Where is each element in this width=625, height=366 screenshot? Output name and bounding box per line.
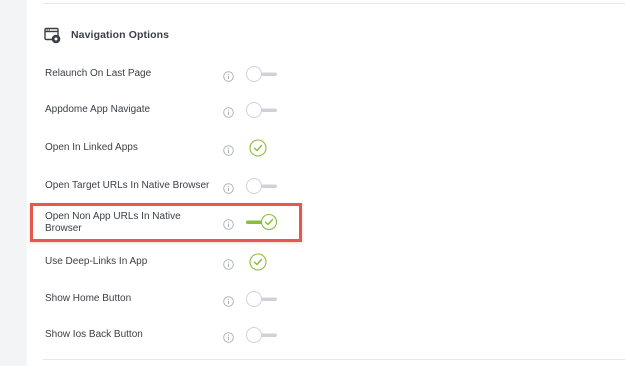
browser-window-gear-icon bbox=[44, 27, 61, 44]
settings-panel: Navigation Options Relaunch On Last Page… bbox=[27, 0, 625, 366]
option-label: Use Deep-Links In App bbox=[45, 256, 148, 267]
info-icon[interactable] bbox=[223, 69, 234, 82]
option-label: Show Ios Back Button bbox=[45, 329, 143, 340]
option-row-use-deep-links: Use Deep-Links In App bbox=[27, 252, 625, 272]
info-icon[interactable] bbox=[223, 294, 234, 307]
option-label: Open Non App URLs In Native Browser bbox=[45, 211, 181, 234]
option-row-show-ios-back-button: Show Ios Back Button bbox=[27, 325, 625, 345]
toggle-switch-off[interactable] bbox=[245, 101, 279, 119]
option-row-appdome-app-navigate: Appdome App Navigate bbox=[27, 100, 625, 120]
option-label: Relaunch On Last Page bbox=[45, 68, 152, 79]
info-icon[interactable] bbox=[223, 105, 234, 118]
toggle-switch-off[interactable] bbox=[245, 177, 279, 195]
option-row-open-in-linked-apps: Open In Linked Apps bbox=[27, 138, 625, 158]
section-title: Navigation Options bbox=[71, 29, 170, 41]
bottom-divider bbox=[43, 359, 625, 360]
top-divider bbox=[43, 3, 625, 4]
option-label: Appdome App Navigate bbox=[45, 104, 151, 115]
info-icon[interactable] bbox=[223, 330, 234, 343]
info-icon[interactable] bbox=[223, 143, 234, 156]
page: Navigation Options Relaunch On Last Page… bbox=[0, 0, 625, 366]
info-icon[interactable] bbox=[223, 181, 234, 194]
option-row-relaunch-on-last-page: Relaunch On Last Page bbox=[27, 64, 625, 84]
option-row-open-non-app-urls: Open Non App URLs In Native Browser bbox=[27, 211, 625, 234]
info-icon[interactable] bbox=[223, 217, 234, 230]
option-row-show-home-button: Show Home Button bbox=[27, 289, 625, 309]
toggle-switch-on[interactable] bbox=[245, 213, 279, 231]
checkmark-toggle-checked[interactable] bbox=[249, 253, 267, 271]
section-header: Navigation Options bbox=[44, 26, 169, 44]
info-icon[interactable] bbox=[223, 257, 234, 270]
option-label: Show Home Button bbox=[45, 293, 132, 304]
toggle-switch-off[interactable] bbox=[245, 65, 279, 83]
checkmark-toggle-checked[interactable] bbox=[249, 139, 267, 157]
toggle-switch-off[interactable] bbox=[245, 326, 279, 344]
option-label: Open Target URLs In Native Browser bbox=[45, 180, 210, 191]
option-label: Open In Linked Apps bbox=[45, 142, 138, 153]
option-row-open-target-urls: Open Target URLs In Native Browser bbox=[27, 176, 625, 196]
toggle-switch-off[interactable] bbox=[245, 290, 279, 308]
